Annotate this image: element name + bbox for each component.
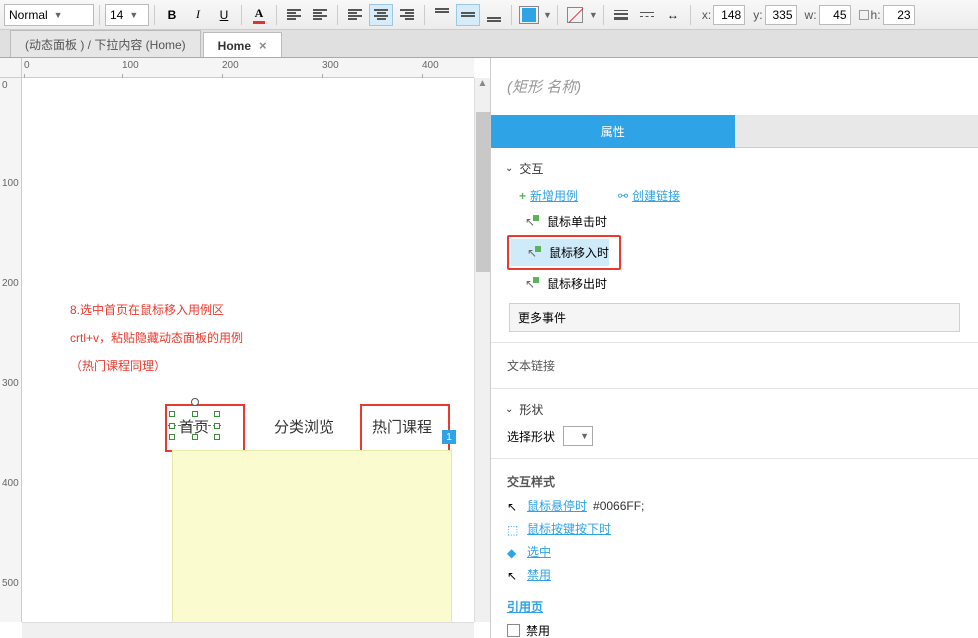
resize-handle[interactable] xyxy=(214,423,220,429)
italic-button[interactable]: I xyxy=(186,4,210,26)
align-center-button[interactable] xyxy=(369,4,393,26)
tab-home[interactable]: Home× xyxy=(203,32,282,57)
footnote-badge[interactable]: 1 xyxy=(442,430,456,444)
style-disabled[interactable]: ↖ 禁用 xyxy=(505,563,964,586)
inspector-panel: (矩形 名称) 属性 ⌄交互 +新增用例 ⚯创建链接 鼠标单击时 鼠标移入时 鼠… xyxy=(490,58,978,638)
cursor-icon xyxy=(525,277,539,291)
event-click[interactable]: 鼠标单击时 xyxy=(505,208,964,235)
tab-dynamic-panel[interactable]: (动态面板 ) / 下拉内容 (Home) xyxy=(10,30,201,57)
widget-category[interactable]: 分类浏览 xyxy=(274,416,334,437)
style-select[interactable]: Normal▼ xyxy=(4,4,94,26)
tab-other[interactable] xyxy=(735,115,978,148)
resize-handle[interactable] xyxy=(214,434,220,440)
number-list-button[interactable] xyxy=(308,4,332,26)
interaction-style-header: 交互样式 xyxy=(505,467,964,494)
fill-color-button[interactable] xyxy=(517,4,541,26)
x-label: x: xyxy=(702,8,711,22)
text-link-label: 文本链接 xyxy=(505,351,964,380)
tab-properties[interactable]: 属性 xyxy=(491,115,735,148)
close-icon[interactable]: × xyxy=(259,38,267,53)
valign-middle-button[interactable] xyxy=(456,4,480,26)
line-style-button[interactable] xyxy=(635,4,659,26)
bold-button[interactable]: B xyxy=(160,4,184,26)
cursor-icon: ↖ xyxy=(507,500,521,512)
dynamic-panel[interactable] xyxy=(172,450,452,630)
page-tabs: (动态面板 ) / 下拉内容 (Home) Home× xyxy=(0,30,978,58)
vertical-scrollbar[interactable]: ▲ xyxy=(474,78,490,622)
no-border-button[interactable] xyxy=(563,4,587,26)
style-selected[interactable]: ◆ 选中 xyxy=(505,540,964,563)
section-shape[interactable]: ⌄形状 xyxy=(505,397,964,422)
line-weight-button[interactable] xyxy=(609,4,633,26)
widget-hot[interactable]: 热门课程 xyxy=(372,416,432,437)
ruler-corner xyxy=(0,58,22,78)
canvas-area: 0 100 200 300 400 0 100 200 300 400 500 … xyxy=(0,58,490,638)
cursor-icon xyxy=(527,246,541,260)
select-shape-label: 选择形状 xyxy=(507,428,555,445)
selected-icon: ◆ xyxy=(507,546,521,558)
rotate-handle[interactable] xyxy=(191,398,199,406)
underline-button[interactable]: U xyxy=(212,4,236,26)
event-mouseout[interactable]: 鼠标移出时 xyxy=(505,270,964,297)
ruler-vertical[interactable]: 0 100 200 300 400 500 xyxy=(0,78,22,622)
instruction-text: 8.选中首页在鼠标移入用例区 crtl+v，粘贴隐藏动态面板的用例 （热门课程同… xyxy=(70,296,243,380)
add-case-link[interactable]: +新增用例 xyxy=(519,187,578,204)
more-events-button[interactable]: 更多事件 xyxy=(509,303,960,332)
x-input[interactable]: 148 xyxy=(713,5,745,25)
h-label: h: xyxy=(871,8,881,22)
keydown-icon: ⬚ xyxy=(507,523,521,535)
h-input[interactable]: 23 xyxy=(883,5,915,25)
disabled-icon: ↖ xyxy=(507,569,521,581)
horizontal-scrollbar[interactable] xyxy=(22,622,474,638)
font-size-select[interactable]: 14▼ xyxy=(105,4,149,26)
style-mousedown[interactable]: ⬚ 鼠标按键按下时 xyxy=(505,517,964,540)
resize-handle[interactable] xyxy=(169,434,175,440)
align-left-button[interactable] xyxy=(343,4,367,26)
align-right-button[interactable] xyxy=(395,4,419,26)
event-mousein[interactable]: 鼠标移入时 xyxy=(511,239,609,266)
design-canvas[interactable]: 8.选中首页在鼠标移入用例区 crtl+v，粘贴隐藏动态面板的用例 （热门课程同… xyxy=(22,78,474,622)
resize-handle[interactable] xyxy=(169,423,175,429)
arrow-style-button[interactable]: ↔ xyxy=(661,4,685,26)
bullet-list-button[interactable] xyxy=(282,4,306,26)
selected-widget-home[interactable]: 首页 xyxy=(172,414,217,437)
font-color-button[interactable]: A xyxy=(247,4,271,26)
shape-select[interactable]: ▼ xyxy=(563,426,593,446)
top-toolbar: Normal▼ 14▼ B I U A ▼ ▼ ↔ x: 148 y: 335 … xyxy=(0,0,978,30)
section-interactions[interactable]: ⌄交互 xyxy=(505,156,964,181)
cursor-icon xyxy=(525,215,539,229)
resize-handle[interactable] xyxy=(169,411,175,417)
create-link[interactable]: ⚯创建链接 xyxy=(618,187,680,204)
y-input[interactable]: 335 xyxy=(765,5,797,25)
widget-name-input[interactable]: (矩形 名称) xyxy=(491,58,978,115)
w-label: w: xyxy=(805,8,817,22)
resize-handle[interactable] xyxy=(214,411,220,417)
style-hover[interactable]: ↖ 鼠标悬停时 #0066FF; xyxy=(505,494,964,517)
valign-bottom-button[interactable] xyxy=(482,4,506,26)
w-input[interactable]: 45 xyxy=(819,5,851,25)
y-label: y: xyxy=(753,8,762,22)
checkbox-disabled[interactable]: 禁用 xyxy=(505,619,964,638)
ruler-horizontal[interactable]: 0 100 200 300 400 xyxy=(22,58,474,78)
valign-top-button[interactable] xyxy=(430,4,454,26)
reference-page-link[interactable]: 引用页 xyxy=(507,600,543,614)
